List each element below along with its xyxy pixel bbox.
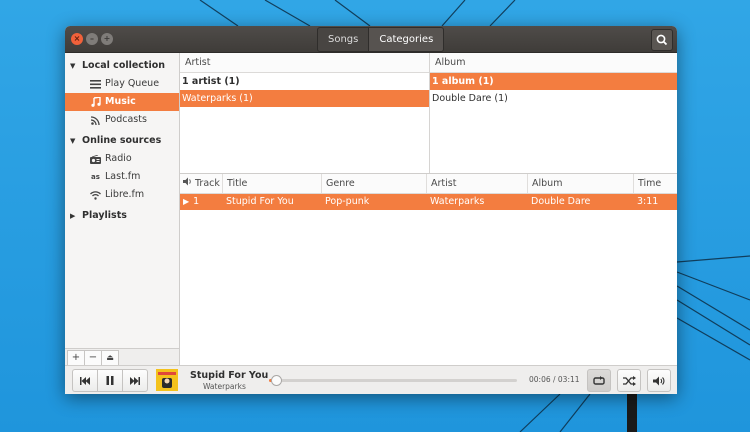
repeat-button[interactable] — [587, 369, 611, 392]
sidebar-item-radio[interactable]: Radio — [65, 150, 179, 168]
sidebar-section-local-collection[interactable]: ▼ Local collection — [65, 57, 179, 75]
title-bar: × – + Songs Categories — [65, 26, 677, 53]
collapsed-triangle-icon: ▶ — [70, 212, 76, 220]
column-header-track[interactable]: Track — [180, 174, 222, 193]
volume-button[interactable] — [647, 369, 671, 392]
track-number: 1 — [193, 196, 200, 207]
table-row[interactable]: ▶ 1 Stupid For You Pop-punk Waterparks Do… — [180, 194, 677, 210]
now-playing-artist: Waterparks — [203, 382, 246, 391]
previous-button[interactable] — [72, 369, 97, 392]
radio-icon — [89, 154, 102, 164]
sidebar-toolbar: + − ⏏ — [65, 348, 179, 367]
track-album: Double Dare — [531, 196, 591, 207]
album-cover-art[interactable] — [156, 369, 178, 391]
sidebar-section-playlists[interactable]: ▶ Playlists — [65, 207, 179, 225]
skip-next-icon — [130, 376, 140, 385]
artist-row-all[interactable]: 1 artist (1) — [180, 73, 429, 90]
window-maximize-button[interactable]: + — [101, 33, 113, 45]
column-header-genre[interactable]: Genre — [321, 174, 426, 193]
column-header-title[interactable]: Title — [222, 174, 321, 193]
next-button[interactable] — [122, 369, 148, 392]
tab-categories[interactable]: Categories — [369, 27, 445, 52]
tab-songs[interactable]: Songs — [317, 27, 370, 52]
track-genre: Pop-punk — [325, 196, 370, 207]
speaker-icon — [183, 174, 193, 193]
window-close-button[interactable]: × — [71, 33, 83, 45]
sidebar-item-librefm[interactable]: Libre.fm — [65, 186, 179, 204]
playback-time: 00:06 / 03:11 — [529, 375, 580, 384]
player-bar: Stupid For You Waterparks 00:06 / 03:11 — [65, 365, 677, 394]
seek-handle[interactable] — [271, 375, 283, 386]
sidebar-item-podcasts[interactable]: Podcasts — [65, 111, 179, 129]
track-list-header: Track Title Genre Artist Album Time — [180, 174, 677, 194]
artist-pane: Artist 1 artist (1) Waterparks (1) — [180, 53, 430, 173]
sidebar-item-lastfm[interactable]: as Last.fm — [65, 168, 179, 186]
view-switcher: Songs Categories — [317, 27, 445, 52]
music-note-icon — [89, 97, 102, 107]
sidebar-item-music[interactable]: Music — [65, 93, 179, 111]
music-player-window: × – + Songs Categories ▼ Local collectio… — [65, 26, 677, 394]
album-column-header[interactable]: Album — [430, 53, 677, 73]
expand-triangle-icon: ▼ — [70, 137, 76, 145]
wifi-icon — [89, 190, 102, 200]
album-art-image — [156, 369, 178, 391]
seek-slider[interactable] — [269, 375, 517, 386]
column-header-artist[interactable]: Artist — [426, 174, 527, 193]
track-title: Stupid For You — [226, 196, 294, 207]
volume-icon — [653, 376, 665, 385]
shuffle-icon — [622, 375, 636, 386]
rss-icon — [89, 115, 102, 125]
lastfm-icon: as — [91, 173, 100, 181]
album-row[interactable]: Double Dare (1) — [430, 90, 677, 107]
now-playing-icon: ▶ — [183, 197, 190, 206]
sidebar-item-play-queue[interactable]: Play Queue — [65, 75, 179, 93]
playback-controls — [72, 369, 148, 392]
track-time: 3:11 — [637, 196, 659, 207]
expand-triangle-icon: ▼ — [70, 62, 76, 70]
shuffle-button[interactable] — [617, 369, 641, 392]
artist-column-header[interactable]: Artist — [180, 53, 429, 73]
repeat-icon — [593, 375, 605, 385]
album-row-all[interactable]: 1 album (1) — [430, 73, 677, 90]
search-button[interactable] — [651, 29, 673, 51]
sidebar: ▼ Local collection Play Queue Music Podc… — [65, 53, 180, 367]
column-header-time[interactable]: Time — [633, 174, 677, 193]
pause-icon — [106, 376, 114, 385]
list-icon — [89, 79, 102, 89]
sidebar-section-online-sources[interactable]: ▼ Online sources — [65, 132, 179, 150]
track-list: Track Title Genre Artist Album Time ▶ 1 S… — [180, 174, 677, 366]
now-playing-title: Stupid For You — [190, 370, 269, 381]
pause-button[interactable] — [97, 369, 122, 392]
window-minimize-button[interactable]: – — [86, 33, 98, 45]
track-artist: Waterparks — [430, 196, 485, 207]
column-header-album[interactable]: Album — [527, 174, 633, 193]
album-pane: Album 1 album (1) Double Dare (1) — [430, 53, 677, 173]
search-icon — [656, 34, 668, 46]
library-browser: Artist 1 artist (1) Waterparks (1) Album… — [180, 53, 677, 174]
skip-previous-icon — [80, 376, 90, 385]
artist-row[interactable]: Waterparks (1) — [180, 90, 429, 107]
